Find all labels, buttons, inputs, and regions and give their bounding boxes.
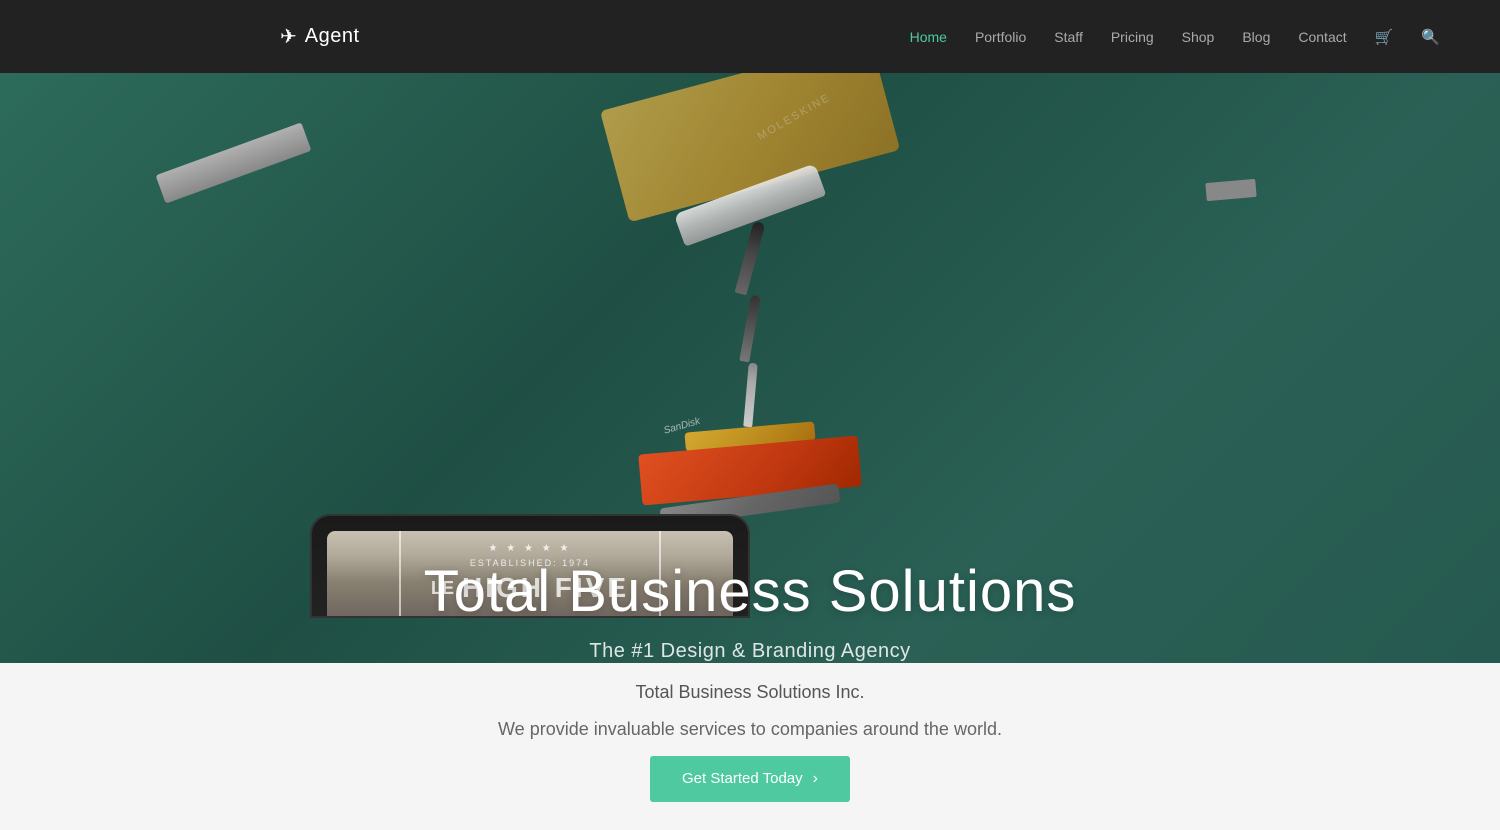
nav-contact[interactable]: Contact (1298, 29, 1346, 45)
badge-stars: ★ ★ ★ ★ ★ (431, 543, 629, 554)
brand[interactable]: ✈ Agent (280, 24, 360, 49)
notebook-label: MOLESKINE (756, 91, 833, 142)
cta-label: Get Started Today (682, 770, 803, 787)
nav-staff[interactable]: Staff (1054, 29, 1083, 45)
cta-arrow-icon: › (813, 770, 818, 788)
hero-subtitle: The #1 Design & Branding Agency (424, 640, 1077, 663)
hero-text-block: Total Business Solutions The #1 Design &… (424, 558, 1077, 663)
nav-blog[interactable]: Blog (1242, 29, 1270, 45)
below-hero-section: Total Business Solutions Inc. We provide… (0, 663, 1500, 830)
nav-pricing[interactable]: Pricing (1111, 29, 1154, 45)
navbar: ✈ Agent Home Portfolio Staff Pricing Sho… (0, 0, 1500, 73)
hero-title: Total Business Solutions (424, 558, 1077, 625)
nav-portfolio[interactable]: Portfolio (975, 29, 1026, 45)
cta-button[interactable]: Get Started Today › (650, 756, 850, 802)
nav-home[interactable]: Home (910, 29, 947, 45)
nav-shop[interactable]: Shop (1182, 29, 1215, 45)
brand-name: Agent (305, 25, 360, 48)
brand-icon: ✈ (280, 24, 297, 49)
cart-icon[interactable]: 🛒 (1375, 28, 1394, 46)
below-subtitle: We provide invaluable services to compan… (498, 719, 1002, 740)
search-icon[interactable]: 🔍 (1421, 28, 1440, 46)
nav-links: Home Portfolio Staff Pricing Shop Blog C… (910, 28, 1440, 46)
below-title: Total Business Solutions Inc. (635, 682, 864, 703)
hero-section: MOLESKINE SanDisk ★ ★ ★ ★ ★ ESTABLISHED:… (0, 73, 1500, 663)
